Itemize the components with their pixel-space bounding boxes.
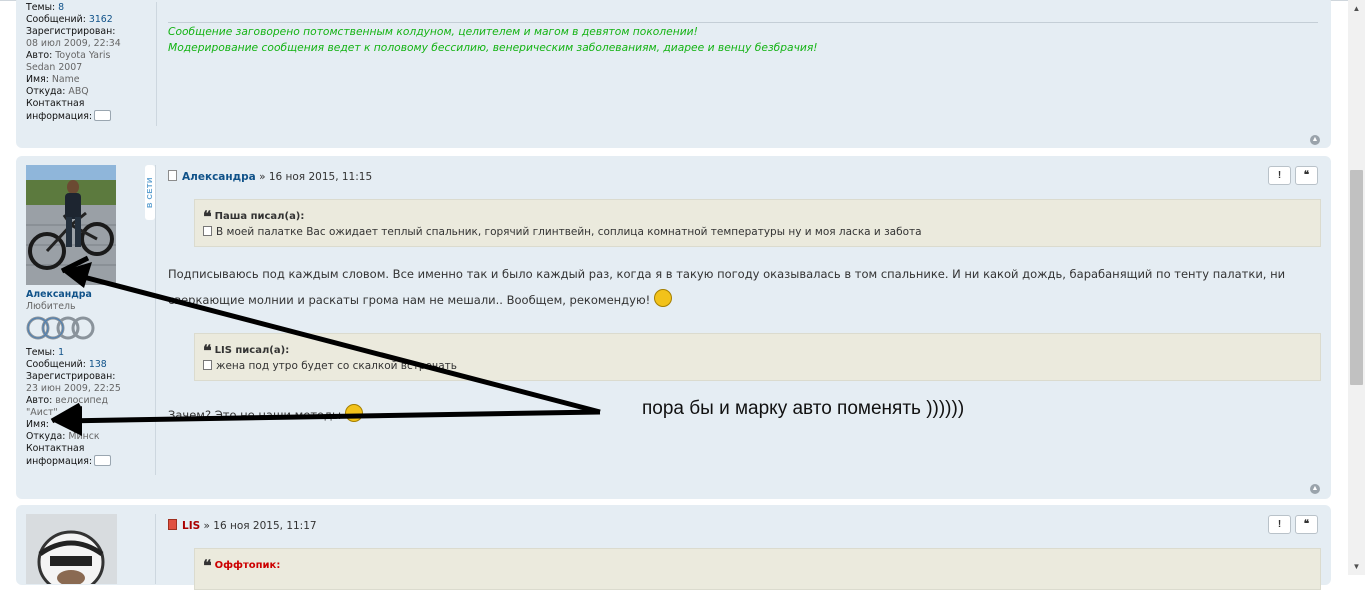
from-label: Откуда: (26, 86, 66, 97)
post-body-line-2: сверкающие молнии и раскаты грома нам не… (168, 293, 651, 307)
view-post-icon[interactable] (203, 360, 212, 370)
from-label: Откуда: (26, 431, 66, 442)
contact-label-2: информация: (26, 111, 93, 122)
back-to-top-icon[interactable]: ▲ (1310, 484, 1320, 494)
registered-value: 08 июл 2009, 22:34 (26, 38, 121, 49)
post-datetime: » 16 ноя 2015, 11:15 (259, 171, 373, 183)
online-badge: В СЕТИ (145, 165, 155, 220)
username-link[interactable]: Александра (26, 289, 92, 300)
post-1: Темы: 8 Сообщений: 3162 Зарегистрирован:… (16, 0, 1331, 148)
rank-label: Любитель (26, 301, 76, 312)
contact-label: Контактная (26, 443, 85, 454)
offtopic-block: ❝ Оффтопик: (194, 548, 1321, 590)
post-icon[interactable] (168, 519, 177, 530)
author-link[interactable]: LIS (182, 520, 200, 532)
auto-label: Авто: (26, 395, 53, 406)
auto-value: Toyota Yaris (55, 50, 111, 61)
back-to-top-icon[interactable]: ▲ (1310, 135, 1320, 145)
quote-mark-icon: ❝ (203, 341, 212, 360)
contact-label-2: информация: (26, 456, 93, 467)
messages-link[interactable]: 138 (89, 359, 107, 370)
author-link[interactable]: Александра (182, 171, 256, 183)
quote-cite: ❝ LIS писал(а): (203, 341, 289, 360)
signature-divider (168, 22, 1318, 23)
quote-cite: ❝ Паша писал(а): (203, 207, 304, 226)
topics-link[interactable]: 8 (58, 2, 64, 13)
smiley-clock-icon (344, 404, 363, 422)
post-datetime: » 16 ноя 2015, 11:17 (203, 520, 317, 532)
quote-block-2: ❝ LIS писал(а): жена под утро будет со ск… (194, 333, 1321, 381)
post-header: LIS » 16 ноя 2015, 11:17 (168, 519, 317, 532)
smiley-thumbs-icon (653, 289, 672, 307)
rank-image (26, 313, 156, 347)
quote-text-body: жена под утро будет со скалкой встречать (216, 360, 457, 372)
quote-mark-icon: ❝ (203, 207, 212, 226)
audi-rings-icon (26, 316, 95, 340)
auto-value-cont: Sedan 2007 (26, 62, 83, 73)
from-value: ABQ (68, 86, 89, 97)
report-button[interactable]: ! (1268, 515, 1291, 534)
topics-label: Темы: (26, 347, 56, 358)
post-header: Александра » 16 ноя 2015, 11:15 (168, 170, 372, 183)
signature-line-2: Модерирование сообщения ведет к половому… (168, 41, 818, 54)
post-3: LIS » 16 ноя 2015, 11:17 ! ❝ ❝ Оффтопик: (16, 505, 1331, 590)
scroll-down-icon[interactable]: ▼ (1348, 558, 1365, 575)
post-body: Подписываюсь под каждым словом. Все имен… (168, 261, 1318, 313)
post-body-line-1: Подписываюсь под каждым словом. Все имен… (168, 267, 1286, 281)
topics-link[interactable]: 1 (58, 347, 64, 358)
quote-author: Паша писал(а): (214, 211, 305, 222)
avatar-image (26, 514, 117, 584)
topics-label: Темы: (26, 2, 56, 13)
profile-divider (155, 165, 156, 475)
post-1-profile: Темы: 8 Сообщений: 3162 Зарегистрирован:… (26, 2, 157, 126)
signature-line-1: Сообщение заговорено потомственным колду… (168, 25, 698, 38)
auto-label: Авто: (26, 50, 53, 61)
contact-pm-icon[interactable] (94, 455, 112, 466)
post-icon[interactable] (168, 170, 177, 181)
profile-divider (155, 514, 156, 584)
quote-text-body: В моей палатке Вас ожидает теплый спальн… (216, 226, 922, 238)
avatar[interactable] (26, 514, 117, 584)
post-2: В СЕТИ Александра Любитель Темы: 1 Сообщ… (16, 156, 1331, 499)
messages-link[interactable]: 3162 (89, 14, 113, 25)
quote-button[interactable]: ❝ (1295, 166, 1318, 185)
registered-value: 23 июн 2009, 22:25 (26, 383, 121, 394)
scrollbar-thumb[interactable] (1350, 170, 1363, 385)
registered-label: Зарегистрирован: (26, 26, 116, 37)
avatar[interactable] (26, 165, 116, 285)
quote-author: LIS писал(а): (214, 345, 290, 356)
offtopic-label: Оффтопик: (214, 560, 281, 571)
registered-label: Зарегистрирован: (26, 371, 116, 382)
name-label: Имя: (26, 419, 49, 430)
auto-value: велосипед (55, 395, 108, 406)
name-label: Имя: (26, 74, 49, 85)
post-body-line-3: Зачем? Это не наши методы (168, 408, 342, 422)
avatar-image (26, 165, 116, 285)
quote-button[interactable]: ❝ (1295, 515, 1318, 534)
messages-label: Сообщений: (26, 14, 86, 25)
auto-value-cont: "Аист" (26, 407, 58, 418)
from-value: Минск (68, 431, 100, 442)
post-2-profile: Александра Любитель Темы: 1 Сообщений: 1… (26, 289, 156, 474)
scroll-up-icon[interactable]: ▲ (1348, 0, 1365, 17)
view-post-icon[interactable] (203, 226, 212, 236)
annotation-text: пора бы и марку авто поменять )))))) (642, 398, 965, 419)
name-value: Name (51, 74, 80, 85)
messages-label: Сообщений: (26, 359, 86, 370)
quote-mark-icon: ❝ (203, 556, 212, 575)
quote-text: жена под утро будет со скалкой встречать (203, 360, 457, 372)
contact-pm-icon[interactable] (94, 110, 112, 121)
quote-block-1: ❝ Паша писал(а): В моей палатке Вас ожида… (194, 199, 1321, 247)
offtopic-cite: ❝ Оффтопик: (203, 556, 280, 575)
contact-label: Контактная (26, 98, 85, 109)
quote-text: В моей палатке Вас ожидает теплый спальн… (203, 226, 922, 238)
scrollbar[interactable]: ▲ ▼ (1348, 0, 1365, 575)
report-button[interactable]: ! (1268, 166, 1291, 185)
